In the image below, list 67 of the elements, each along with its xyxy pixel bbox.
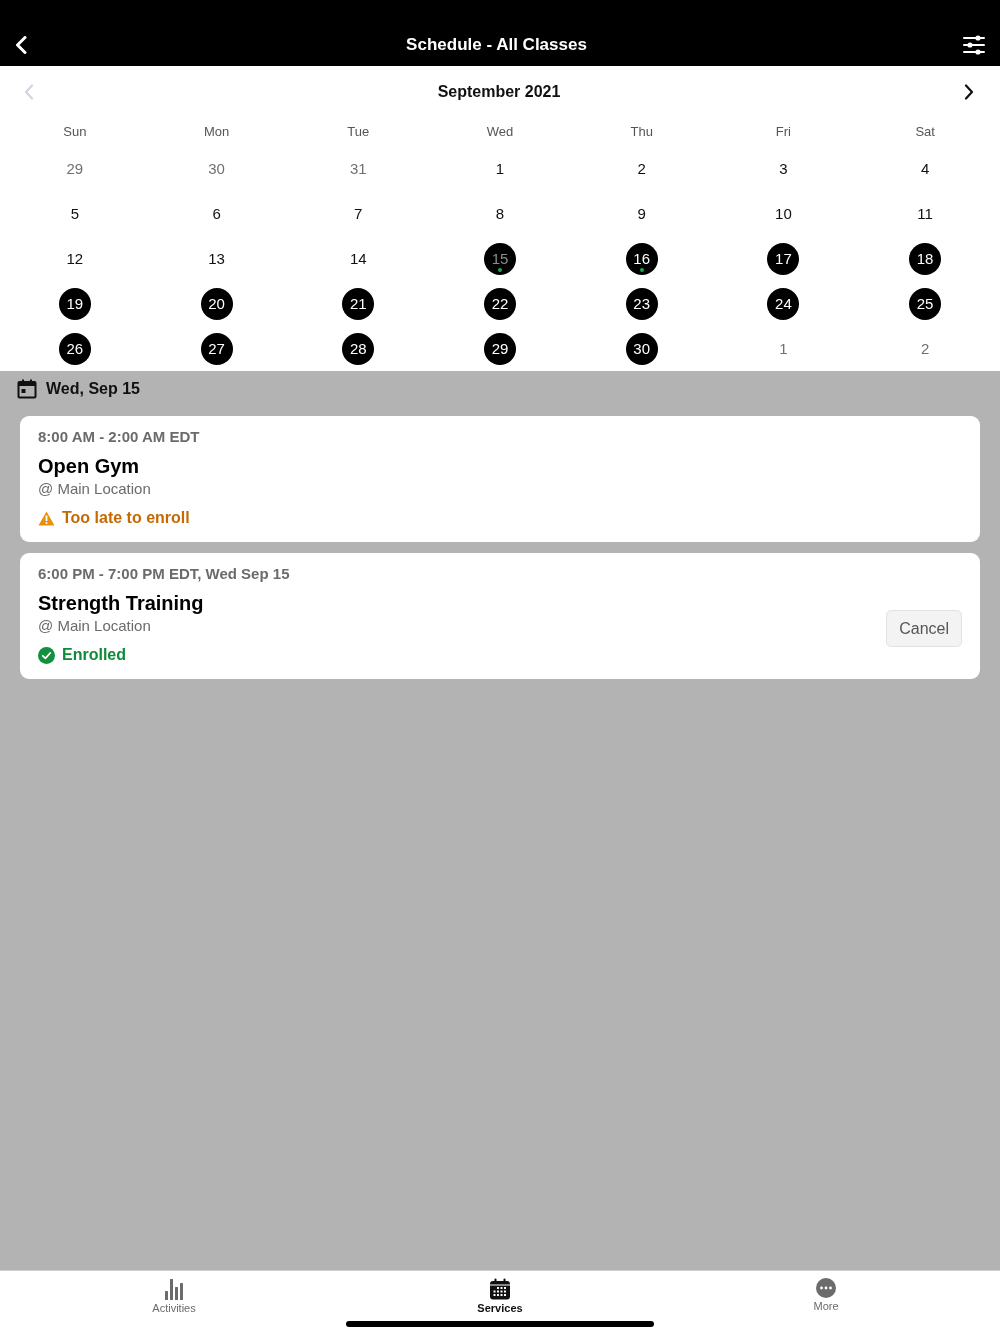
calendar-day[interactable]: 1	[767, 332, 800, 365]
calendar-day[interactable]: 14	[342, 242, 375, 275]
calendar-day[interactable]: 7	[342, 197, 375, 230]
calendar-grid-icon[interactable]	[489, 1278, 511, 1300]
weekday-label: Sat	[915, 123, 935, 142]
class-location: @ Main Location	[38, 616, 152, 636]
tab-item[interactable]: Activities	[148, 1278, 200, 1334]
calendar-day[interactable]: 15	[484, 242, 516, 275]
calendar-day[interactable]: 31	[342, 152, 375, 185]
month-title: September 2021	[437, 82, 561, 102]
calendar-day[interactable]: 26	[58, 332, 91, 365]
calendar-day[interactable]: 22	[484, 287, 516, 320]
back-icon[interactable]	[15, 36, 27, 54]
calendar-day[interactable]: 5	[58, 197, 91, 230]
class-time: 8:00 AM - 2:00 AM EDT	[38, 428, 201, 446]
warning-icon	[38, 510, 55, 526]
calendar-day[interactable]: 17	[767, 242, 800, 275]
calendar-day[interactable]: 13	[200, 242, 233, 275]
calendar-day[interactable]: 29	[58, 152, 91, 185]
weekday-label: Fri	[775, 123, 791, 142]
calendar-day[interactable]: 30	[200, 152, 233, 185]
calendar-day[interactable]: 30	[625, 332, 658, 365]
calendar-day[interactable]: 2	[909, 332, 942, 365]
calendar-day[interactable]: 4	[909, 152, 942, 185]
bar-chart-icon[interactable]	[164, 1278, 184, 1300]
calendar-day[interactable]: 8	[484, 197, 516, 230]
class-location: @ Main Location	[38, 479, 152, 499]
calendar-day[interactable]: 20	[200, 287, 233, 320]
weekday-label: Tue	[347, 123, 370, 142]
calendar-day[interactable]: 18	[909, 242, 942, 275]
check-circle-icon	[38, 646, 55, 664]
cancel-button[interactable]: Cancel	[886, 610, 962, 647]
calendar-day[interactable]: 9	[625, 197, 658, 230]
class-card[interactable]: 6:00 PM - 7:00 PM EDT, Wed Sep 15 Strength Training @ Main Location Enrolled Cancel	[20, 553, 980, 679]
class-title: Strength Training	[38, 591, 205, 616]
calendar-day[interactable]: 28	[342, 332, 375, 365]
class-title: Open Gym	[38, 454, 141, 479]
calendar-day[interactable]: 10	[767, 197, 800, 230]
class-card[interactable]: 8:00 AM - 2:00 AM EDT Open Gym @ Main Location Too late to enroll	[20, 416, 980, 542]
selected-date-label: Wed, Sep 15	[46, 379, 140, 399]
more-icon[interactable]	[816, 1278, 836, 1298]
calendar-day[interactable]: 12	[58, 242, 91, 275]
screen-title: Schedule - All Classes	[406, 34, 587, 57]
calendar-day[interactable]: 3	[767, 152, 800, 185]
calendar-day[interactable]: 16	[625, 242, 658, 275]
tab-item[interactable]: More	[809, 1278, 843, 1334]
weekday-label: Thu	[630, 123, 653, 142]
enrollment-status: Too late to enroll	[62, 508, 190, 528]
calendar-day[interactable]: 19	[58, 287, 91, 320]
filter-sliders-icon[interactable]	[963, 35, 985, 55]
calendar-icon	[17, 379, 37, 399]
calendar-day[interactable]: 2	[625, 152, 658, 185]
weekday-label: Wed	[486, 123, 514, 142]
calendar-day[interactable]: 24	[767, 287, 800, 320]
calendar-day[interactable]: 23	[625, 287, 658, 320]
weekday-label: Sun	[63, 123, 87, 142]
calendar-day[interactable]: 1	[484, 152, 516, 185]
calendar-day[interactable]: 11	[909, 197, 942, 230]
calendar-day[interactable]: 6	[200, 197, 233, 230]
calendar-day[interactable]: 29	[484, 332, 516, 365]
calendar-day[interactable]: 25	[909, 287, 942, 320]
chevron-right-icon[interactable]	[964, 84, 974, 100]
weekday-label: Mon	[203, 123, 230, 142]
calendar-day[interactable]: 27	[200, 332, 233, 365]
calendar-day[interactable]: 21	[342, 287, 375, 320]
class-time: 6:00 PM - 7:00 PM EDT, Wed Sep 15	[38, 565, 291, 583]
enrollment-status: Enrolled	[62, 645, 126, 665]
